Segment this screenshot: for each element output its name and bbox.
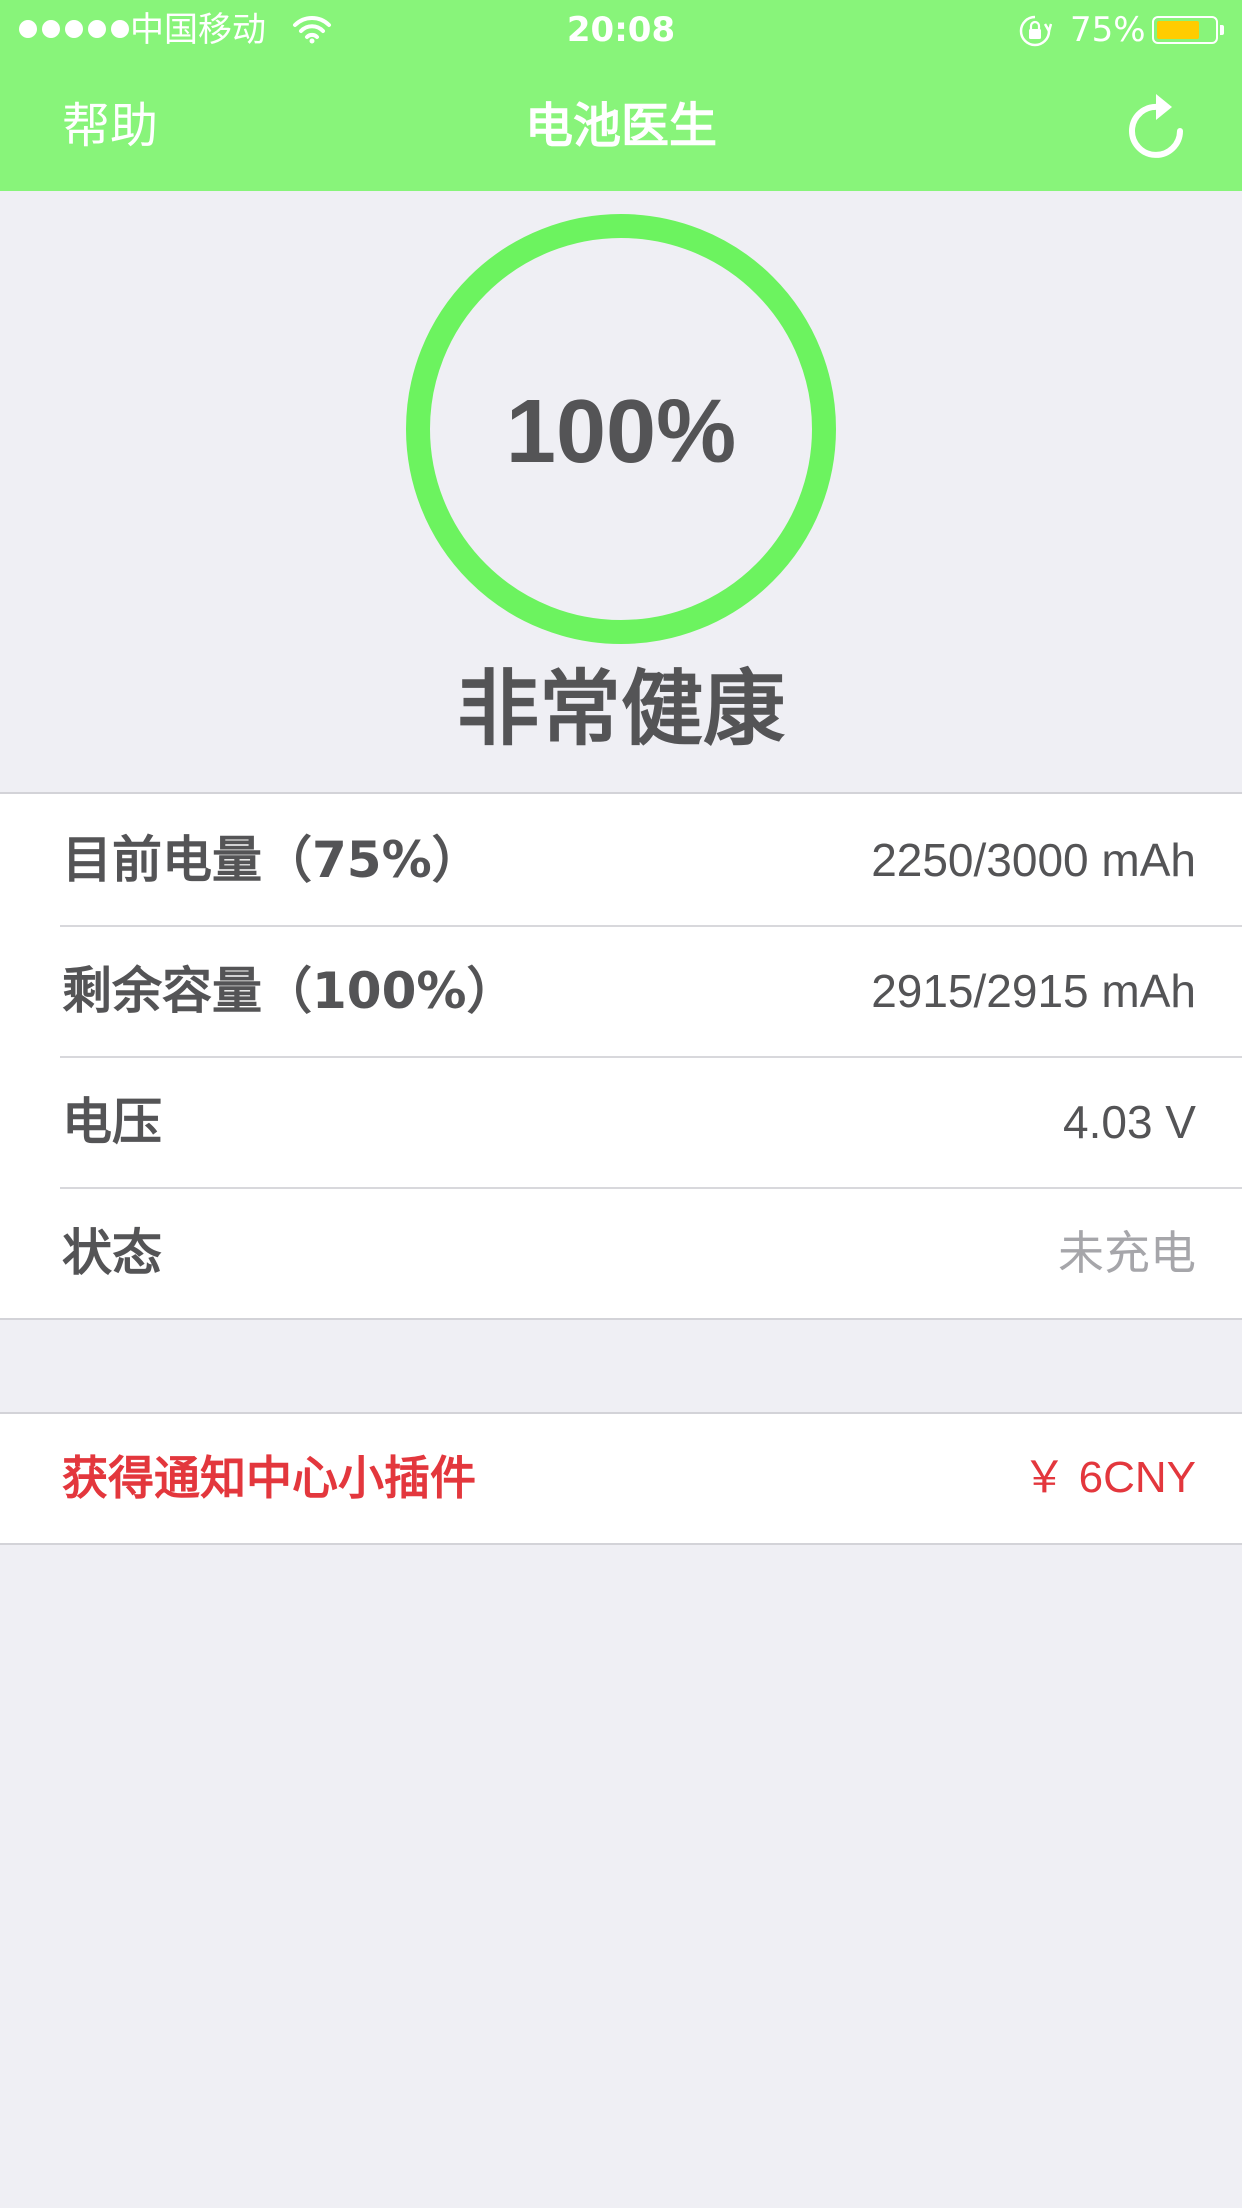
status-time: 20:08 — [566, 10, 676, 50]
battery-icon — [1152, 16, 1218, 44]
battery-doctor-screen: 中国移动 20:08 75% 帮助 电池医生 100% 非常健康 目前电量（75… — [0, 0, 1242, 2208]
health-status-label: 非常健康 — [456, 662, 785, 757]
remaining-capacity-value: 2915/2915 mAh — [871, 965, 1196, 1017]
header: 中国移动 20:08 75% 帮助 电池医生 — [0, 0, 1242, 191]
current-charge-label: 目前电量（75%） — [62, 831, 482, 889]
info-row-voltage: 电压 4.03 V — [0, 1056, 1242, 1187]
widget-price: ￥ 6CNY — [1022, 1453, 1196, 1502]
rotation-lock-icon — [1019, 15, 1052, 47]
info-row-status: 状态 未充电 — [0, 1187, 1242, 1318]
status-label: 状态 — [62, 1224, 162, 1282]
get-widget-button[interactable]: 获得通知中心小插件 ￥ 6CNY — [0, 1412, 1242, 1545]
voltage-label: 电压 — [62, 1093, 162, 1151]
battery-tip — [1220, 25, 1224, 35]
info-row-current-charge: 目前电量（75%） 2250/3000 mAh — [0, 794, 1242, 925]
voltage-value: 4.03 V — [1063, 1096, 1196, 1148]
battery-fill — [1157, 21, 1199, 39]
refresh-icon[interactable] — [1124, 90, 1188, 160]
current-charge-value: 2250/3000 mAh — [871, 834, 1196, 886]
battery-info-list: 目前电量（75%） 2250/3000 mAh 剩余容量（100%） 2915/… — [0, 792, 1242, 1320]
health-percent: 100% — [505, 382, 737, 482]
remaining-capacity-label: 剩余容量（100%） — [62, 962, 517, 1020]
nav-bar: 帮助 电池医生 — [0, 60, 1242, 191]
page-title: 电池医生 — [524, 98, 717, 154]
battery-percent: 75% — [1070, 10, 1146, 50]
widget-label: 获得通知中心小插件 — [62, 1451, 476, 1505]
status-bar: 中国移动 20:08 75% — [0, 0, 1242, 60]
status-value: 未充电 — [1058, 1227, 1196, 1279]
info-row-remaining-capacity: 剩余容量（100%） 2915/2915 mAh — [0, 925, 1242, 1056]
